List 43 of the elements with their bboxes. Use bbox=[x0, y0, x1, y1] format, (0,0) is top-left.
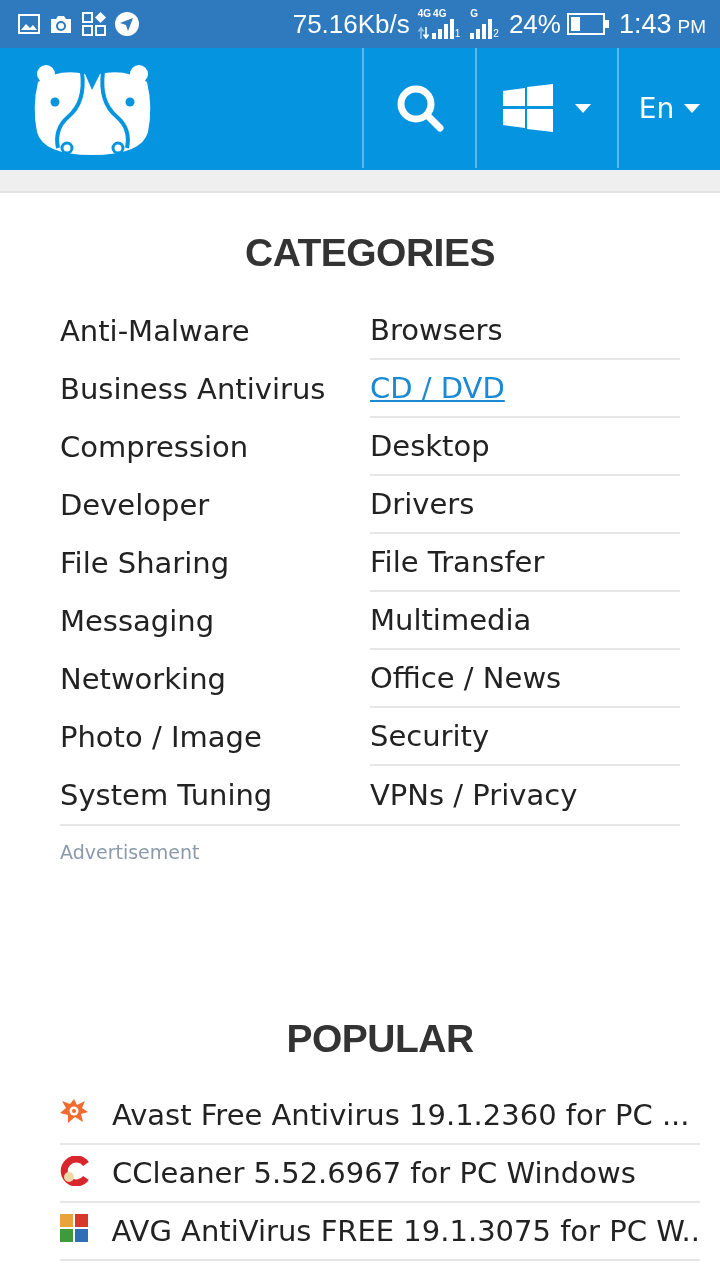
advertisement-label: Advertisement bbox=[60, 840, 200, 865]
windows-icon bbox=[503, 84, 553, 132]
category-link[interactable]: VPNs / Privacy bbox=[370, 778, 578, 812]
category-link[interactable]: Desktop bbox=[370, 429, 490, 463]
category-link[interactable]: Networking bbox=[60, 662, 226, 696]
apps-icon bbox=[82, 12, 106, 36]
category-link[interactable]: File Sharing bbox=[60, 546, 230, 580]
network-type: 4G bbox=[433, 9, 447, 19]
caret-icon bbox=[684, 103, 701, 113]
clock-time: 1:43 bbox=[618, 8, 672, 40]
category-link[interactable]: Drivers bbox=[370, 487, 475, 521]
popular-app-link[interactable]: AVG AntiVirus FREE 19.1.3075 for PC W.. bbox=[111, 1214, 700, 1248]
network-speed: 75.16Kb/s bbox=[292, 8, 410, 40]
picture-icon bbox=[18, 14, 40, 34]
network-type: G bbox=[470, 9, 479, 19]
category-link[interactable]: System Tuning bbox=[60, 778, 273, 812]
popular-app-link[interactable]: CCleaner 5.52.6967 for PC Windows bbox=[112, 1156, 636, 1190]
battery-percent: 24% bbox=[508, 8, 561, 40]
splat-icon bbox=[60, 1098, 88, 1124]
category-link[interactable]: Anti-Malware bbox=[60, 314, 250, 348]
c-ring-icon bbox=[60, 1156, 90, 1186]
category-link[interactable]: Multimedia bbox=[370, 603, 532, 637]
category-link[interactable]: CD / DVD bbox=[370, 371, 505, 405]
caret-icon bbox=[575, 103, 591, 113]
camera-icon bbox=[49, 14, 73, 34]
section-heading: POPULAR bbox=[286, 1017, 474, 1060]
category-link[interactable]: Compression bbox=[60, 430, 249, 464]
sim-number: 2 bbox=[493, 29, 499, 39]
category-link[interactable]: Messaging bbox=[60, 604, 215, 638]
clock-meridiem: PM bbox=[677, 16, 706, 38]
category-link[interactable]: Security bbox=[370, 719, 490, 753]
category-link[interactable]: Business Antivirus bbox=[60, 372, 326, 406]
battery-icon bbox=[566, 13, 609, 35]
category-link[interactable]: Office / News bbox=[370, 661, 562, 695]
section-heading: CATEGORIES bbox=[245, 231, 495, 274]
category-link[interactable]: Browsers bbox=[370, 313, 503, 347]
network-type: 4G bbox=[417, 9, 432, 19]
tiles-icon bbox=[60, 1214, 88, 1242]
popular-app-link[interactable]: Avast Free Antivirus 19.1.2360 for PC ... bbox=[112, 1098, 690, 1132]
category-link[interactable]: Developer bbox=[60, 488, 210, 522]
category-link[interactable]: File Transfer bbox=[370, 545, 545, 579]
category-link[interactable]: Photo / Image bbox=[60, 720, 262, 754]
sim-number: 1 bbox=[454, 29, 461, 39]
